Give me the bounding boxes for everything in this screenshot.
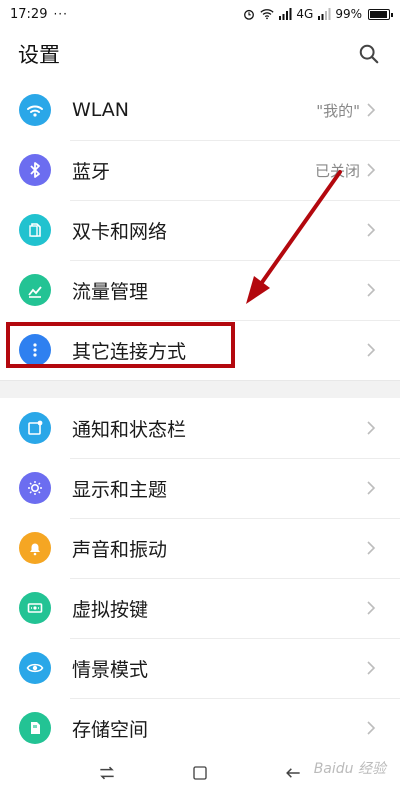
chevron-right-icon: [367, 421, 376, 435]
settings-row-wifi[interactable]: WLAN "我的": [0, 80, 400, 140]
virtual-keys-icon: [19, 592, 51, 624]
battery-fill: [370, 10, 387, 18]
battery-percent: 99%: [335, 7, 362, 21]
battery-icon: [368, 8, 393, 20]
notification-icon: [19, 412, 51, 444]
chevron-right-icon: [367, 283, 376, 297]
wifi-status-icon: [260, 9, 274, 20]
settings-row-virtual-keys[interactable]: 虚拟按键: [0, 578, 400, 638]
brightness-icon: [19, 472, 51, 504]
wifi-icon: [19, 94, 51, 126]
settings-row-label: 蓝牙: [72, 160, 111, 183]
home-square-icon[interactable]: [188, 761, 212, 785]
settings-row-label: 显示和主题: [72, 478, 168, 501]
chevron-right-icon: [367, 541, 376, 555]
settings-row-value: "我的": [316, 101, 360, 120]
group-divider: [0, 380, 400, 398]
bell-icon: [19, 532, 51, 564]
settings-row-label: 其它连接方式: [72, 340, 187, 363]
settings-row-value: 已关闭: [314, 161, 360, 180]
settings-row-more[interactable]: 其它连接方式: [0, 320, 400, 380]
chevron-right-icon: [367, 601, 376, 615]
signal-icon-2: [318, 8, 331, 20]
signal-icon: [279, 8, 292, 20]
settings-row-label: 流量管理: [72, 280, 149, 303]
chevron-right-icon: [367, 223, 376, 237]
sim-card-icon: [19, 214, 51, 246]
network-type: 4G: [296, 7, 314, 21]
settings-row-bell[interactable]: 声音和振动: [0, 518, 400, 578]
settings-row-label: WLAN: [72, 99, 130, 121]
data-usage-icon: [19, 274, 51, 306]
chevron-right-icon: [367, 163, 376, 177]
storage-icon: [19, 712, 51, 744]
alarm-icon: [244, 9, 255, 20]
chevron-right-icon: [367, 103, 376, 117]
settings-row-label: 虚拟按键: [72, 598, 149, 621]
status-time: 17:29: [10, 6, 48, 22]
settings-row-notification[interactable]: 通知和状态栏: [0, 398, 400, 458]
page-title: 设置: [18, 43, 60, 67]
header: 设置: [0, 28, 400, 80]
settings-row-label: 声音和振动: [72, 538, 168, 561]
search-icon[interactable]: [356, 41, 382, 67]
swap-icon[interactable]: [95, 761, 119, 785]
settings-row-bluetooth[interactable]: 蓝牙 已关闭: [0, 140, 400, 200]
chevron-right-icon: [367, 661, 376, 675]
chevron-right-icon: [367, 343, 376, 357]
settings-row-label: 通知和状态栏: [72, 418, 187, 441]
status-bar: 17:29 ··· 4G 99%: [0, 0, 400, 28]
bluetooth-icon: [19, 154, 51, 186]
chevron-right-icon: [367, 721, 376, 735]
eye-icon: [19, 652, 51, 684]
watermark: Baidu 经验: [313, 761, 386, 777]
chevron-right-icon: [367, 481, 376, 495]
settings-group-device: 通知和状态栏 显示和主题声音和振动虚拟按键情景模式存储空间: [0, 398, 400, 758]
settings-row-label: 双卡和网络: [72, 220, 168, 243]
settings-row-eye[interactable]: 情景模式: [0, 638, 400, 698]
more-icon: [19, 334, 51, 366]
settings-row-label: 情景模式: [72, 658, 149, 681]
settings-row-sim-card[interactable]: 双卡和网络: [0, 200, 400, 260]
settings-row-brightness[interactable]: 显示和主题: [0, 458, 400, 518]
back-arrow-icon[interactable]: [281, 761, 305, 785]
status-dots: ···: [53, 7, 68, 21]
settings-group-connections: WLAN "我的" 蓝牙 已关闭双卡和网络流量管理其它连接方式: [0, 80, 400, 380]
settings-row-data-usage[interactable]: 流量管理: [0, 260, 400, 320]
settings-row-label: 存储空间: [72, 718, 149, 741]
